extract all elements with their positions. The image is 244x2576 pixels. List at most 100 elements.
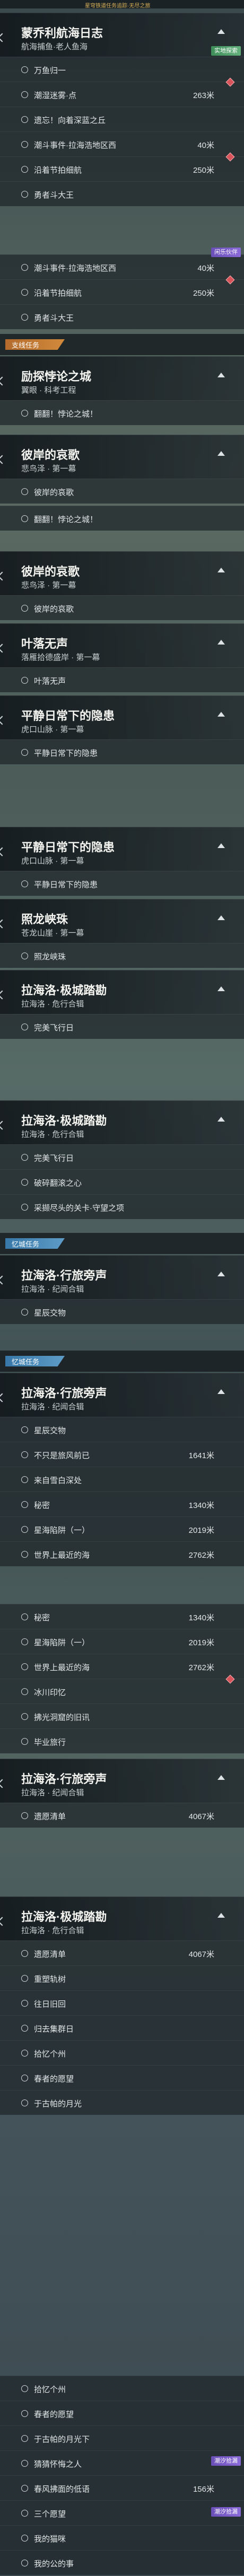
list-item[interactable]: 三个愿望 潮汐拾漏 [0,2500,244,2525]
quest-panel-1b[interactable]: 潮斗事件·拉海浩地区西 40米 闲乐伙伴 沿着节拍细航 250米 勇者斗大王 [0,248,244,329]
quest-header[interactable]: 拉海洛·行旅旁声 拉海洛 · 纪闻合辑 [0,1255,244,1299]
collapse-arrow-icon[interactable] [217,373,225,377]
collapse-arrow-icon[interactable] [217,568,225,572]
collapse-chevron-icon[interactable] [0,1275,7,1285]
list-item[interactable]: 猜猜怀悔之人 潮汐拾漏 [0,2450,244,2475]
quest-header[interactable]: 彼岸的哀歌 悲鸟泽 · 第一幕 [0,551,244,595]
quest-panel-6[interactable]: 平静日常下的隐患 虎口山脉 · 第一幕 平静日常下的隐患 [0,695,244,764]
list-item[interactable]: 平静日常下的隐患 [0,871,244,896]
quest-header[interactable]: 拉海洛·极城踏勘 拉海洛 · 危行合辑 [0,1896,244,1940]
list-item[interactable]: 翻翻！悖论之城！ [0,400,244,425]
quest-header[interactable]: 拉海洛·极城踏勘 拉海洛 · 危行合辑 [0,970,244,1014]
quest-panel-2[interactable]: 励探悖论之城 翼眼 · 科考工程 翻翻！悖论之城！ [0,356,244,425]
list-item[interactable]: 彼岸的哀歌 [0,479,244,504]
list-item[interactable]: 我的猫咪 [0,2525,244,2550]
quest-panel-7[interactable]: 平静日常下的隐患 虎口山脉 · 第一幕 平静日常下的隐患 [0,827,244,896]
list-item[interactable]: 破碎翻滚之心 [0,1169,244,1194]
list-item[interactable]: 星海陷阱（一） 2019米 [0,1516,244,1541]
list-item[interactable]: 采撷尽头的关卡·守望之项 [0,1194,244,1219]
collapse-chevron-icon[interactable] [0,455,7,464]
collapse-arrow-icon[interactable] [217,451,225,456]
list-item[interactable]: 彼岸的哀歌 [0,595,244,620]
list-item[interactable]: 于古帕的月光 [0,2090,244,2115]
list-item[interactable]: 世界上最近的海 2762米 [0,1654,244,1679]
list-item[interactable]: 拾忆个州 [0,2376,244,2401]
quest-panel-16[interactable]: 拾忆个州 春者的愿望 于古帕的月光下 猜猜怀悔之人 潮汐拾漏 春风拂面的低语 156… [0,2376,244,2575]
collapse-arrow-icon[interactable] [217,640,225,645]
collapse-chevron-icon[interactable] [0,376,7,386]
list-item[interactable]: 叶落无声 [0,667,244,692]
list-item[interactable]: 沿着节拍细航 250米 [0,275,244,304]
collapse-arrow-icon[interactable] [217,1913,225,1918]
list-item[interactable]: 翻翻！悖论之城！ [0,506,244,531]
collapse-chevron-icon[interactable] [0,847,7,857]
list-item[interactable]: 星辰交物 [0,1417,244,1442]
list-item[interactable]: 勇者斗大王 [0,304,244,329]
collapse-arrow-icon[interactable] [217,1272,225,1276]
list-item[interactable]: 潮湿迷雾·点 263米 [0,77,244,107]
collapse-chevron-icon[interactable] [0,1779,7,1788]
quest-header[interactable]: 照龙峡珠 苍龙山崖 · 第一幕 [0,899,244,943]
list-item[interactable]: 潮斗事件·拉海浩地区西 40米 [0,131,244,156]
quest-header[interactable]: 彼岸的哀歌 悲鸟泽 · 第一幕 [0,435,244,479]
collapse-arrow-icon[interactable] [217,843,225,848]
list-item[interactable]: 平静日常下的隐患 [0,739,244,764]
list-item[interactable]: 冰川印忆 [0,1674,244,1704]
list-item[interactable]: 世界上最近的海 2762米 [0,1541,244,1566]
list-item[interactable]: 春者的愿望 [0,2401,244,2425]
quest-panel-13[interactable]: 秘密 1340米 星海陷阱（一） 2019米 世界上最近的海 2762米 冰川印忆 拂… [0,1604,244,1753]
list-item[interactable]: 毕业旅行 [0,1728,244,1753]
list-item[interactable]: 完美飞行日 [0,1014,244,1039]
collapse-chevron-icon[interactable] [0,1121,7,1130]
quest-panel-14[interactable]: 拉海洛·行旅旁声 拉海洛 · 纪闻合辑 遗愿清单 4067米 [0,1759,244,1828]
list-item[interactable]: 星海陷阱（一） 2019米 [0,1629,244,1654]
collapse-chevron-icon[interactable] [0,716,7,725]
quest-panel-8[interactable]: 照龙峡珠 苍龙山崖 · 第一幕 照龙峡珠 [0,899,244,968]
collapse-chevron-icon[interactable] [0,1393,7,1402]
list-item[interactable]: 照龙峡珠 [0,943,244,968]
quest-header[interactable]: 平静日常下的隐患 虎口山脉 · 第一幕 [0,827,244,871]
collapse-arrow-icon[interactable] [217,29,225,34]
collapse-arrow-icon[interactable] [217,1775,225,1780]
collapse-arrow-icon[interactable] [217,1389,225,1394]
quest-header[interactable]: 平静日常下的隐患 虎口山脉 · 第一幕 [0,695,244,739]
list-item[interactable]: 遗忘！向着深蓝之丘 [0,107,244,131]
list-item[interactable]: 遗愿清单 4067米 [0,1940,244,1965]
list-item[interactable]: 拂光洞窟的旧讯 [0,1704,244,1728]
list-item[interactable]: 拾忆个州 [0,2040,244,2065]
quest-panel-12[interactable]: 拉海洛·行旅旁声 拉海洛 · 纪闻合辑 星辰交物 不只是旅风前已 1641米 来自… [0,1373,244,1566]
list-item[interactable]: 勇者斗大王 [0,181,244,206]
quest-panel-1[interactable]: 蒙乔利航海日志 航海捕鱼·老人鱼海 实地探索 万鱼归一 潮湿迷雾·点 263米 遗… [0,13,244,206]
list-item[interactable]: 沿着节拍细航 250米 [0,152,244,181]
quest-header[interactable]: 蒙乔利航海日志 航海捕鱼·老人鱼海 实地探索 [0,13,244,57]
collapse-chevron-icon[interactable] [0,919,7,929]
quest-panel-9[interactable]: 拉海洛·极城踏勘 拉海洛 · 危行合辑 完美飞行日 [0,970,244,1039]
list-item[interactable]: 春者的愿望 [0,2065,244,2090]
list-item[interactable]: 来自雪白深处 [0,1467,244,1492]
quest-panel-4[interactable]: 彼岸的哀歌 悲鸟泽 · 第一幕 彼岸的哀歌 [0,551,244,620]
quest-panel-5[interactable]: 叶落无声 落雁拾德盛岸 · 第一幕 叶落无声 [0,623,244,692]
collapse-arrow-icon[interactable] [217,712,225,717]
quest-header[interactable]: 拉海洛·行旅旁声 拉海洛 · 纪闻合辑 [0,1759,244,1803]
list-item[interactable]: 春风拂面的低语 156米 [0,2475,244,2500]
list-item[interactable]: 往日旧回 [0,1990,244,2015]
list-item[interactable]: 于古帕的月光下 [0,2425,244,2450]
list-item[interactable]: 重塑轨树 [0,1965,244,1990]
collapse-chevron-icon[interactable] [0,643,7,653]
quest-panel-10[interactable]: 拉海洛·极城踏勘 拉海洛 · 危行合辑 完美飞行日 破碎翻滚之心 采撷尽头的关卡… [0,1100,244,1219]
collapse-chevron-icon[interactable] [0,990,7,1000]
quest-header[interactable]: 拉海洛·行旅旁声 拉海洛 · 纪闻合辑 [0,1373,244,1417]
list-item[interactable]: 秘密 1340米 [0,1492,244,1516]
quest-header[interactable]: 拉海洛·极城踏勘 拉海洛 · 危行合辑 [0,1100,244,1144]
list-item[interactable]: 万鱼归一 [0,57,244,82]
quest-panel-15[interactable]: 拉海洛·极城踏勘 拉海洛 · 危行合辑 遗愿清单 4067米 重塑轨树 往日旧回 … [0,1896,244,2115]
collapse-chevron-icon[interactable] [0,33,7,42]
quest-panel-3[interactable]: 彼岸的哀歌 悲鸟泽 · 第一幕 彼岸的哀歌 翻翻！悖论之城！ [0,435,244,531]
list-item[interactable]: 我的公的事 [0,2550,244,2575]
collapse-arrow-icon[interactable] [217,1117,225,1122]
list-item[interactable]: 秘密 1340米 [0,1604,244,1629]
collapse-arrow-icon[interactable] [217,986,225,991]
collapse-chevron-icon[interactable] [0,571,7,581]
quest-header[interactable]: 叶落无声 落雁拾德盛岸 · 第一幕 [0,623,244,667]
list-item[interactable]: 遗愿清单 4067米 [0,1803,244,1828]
